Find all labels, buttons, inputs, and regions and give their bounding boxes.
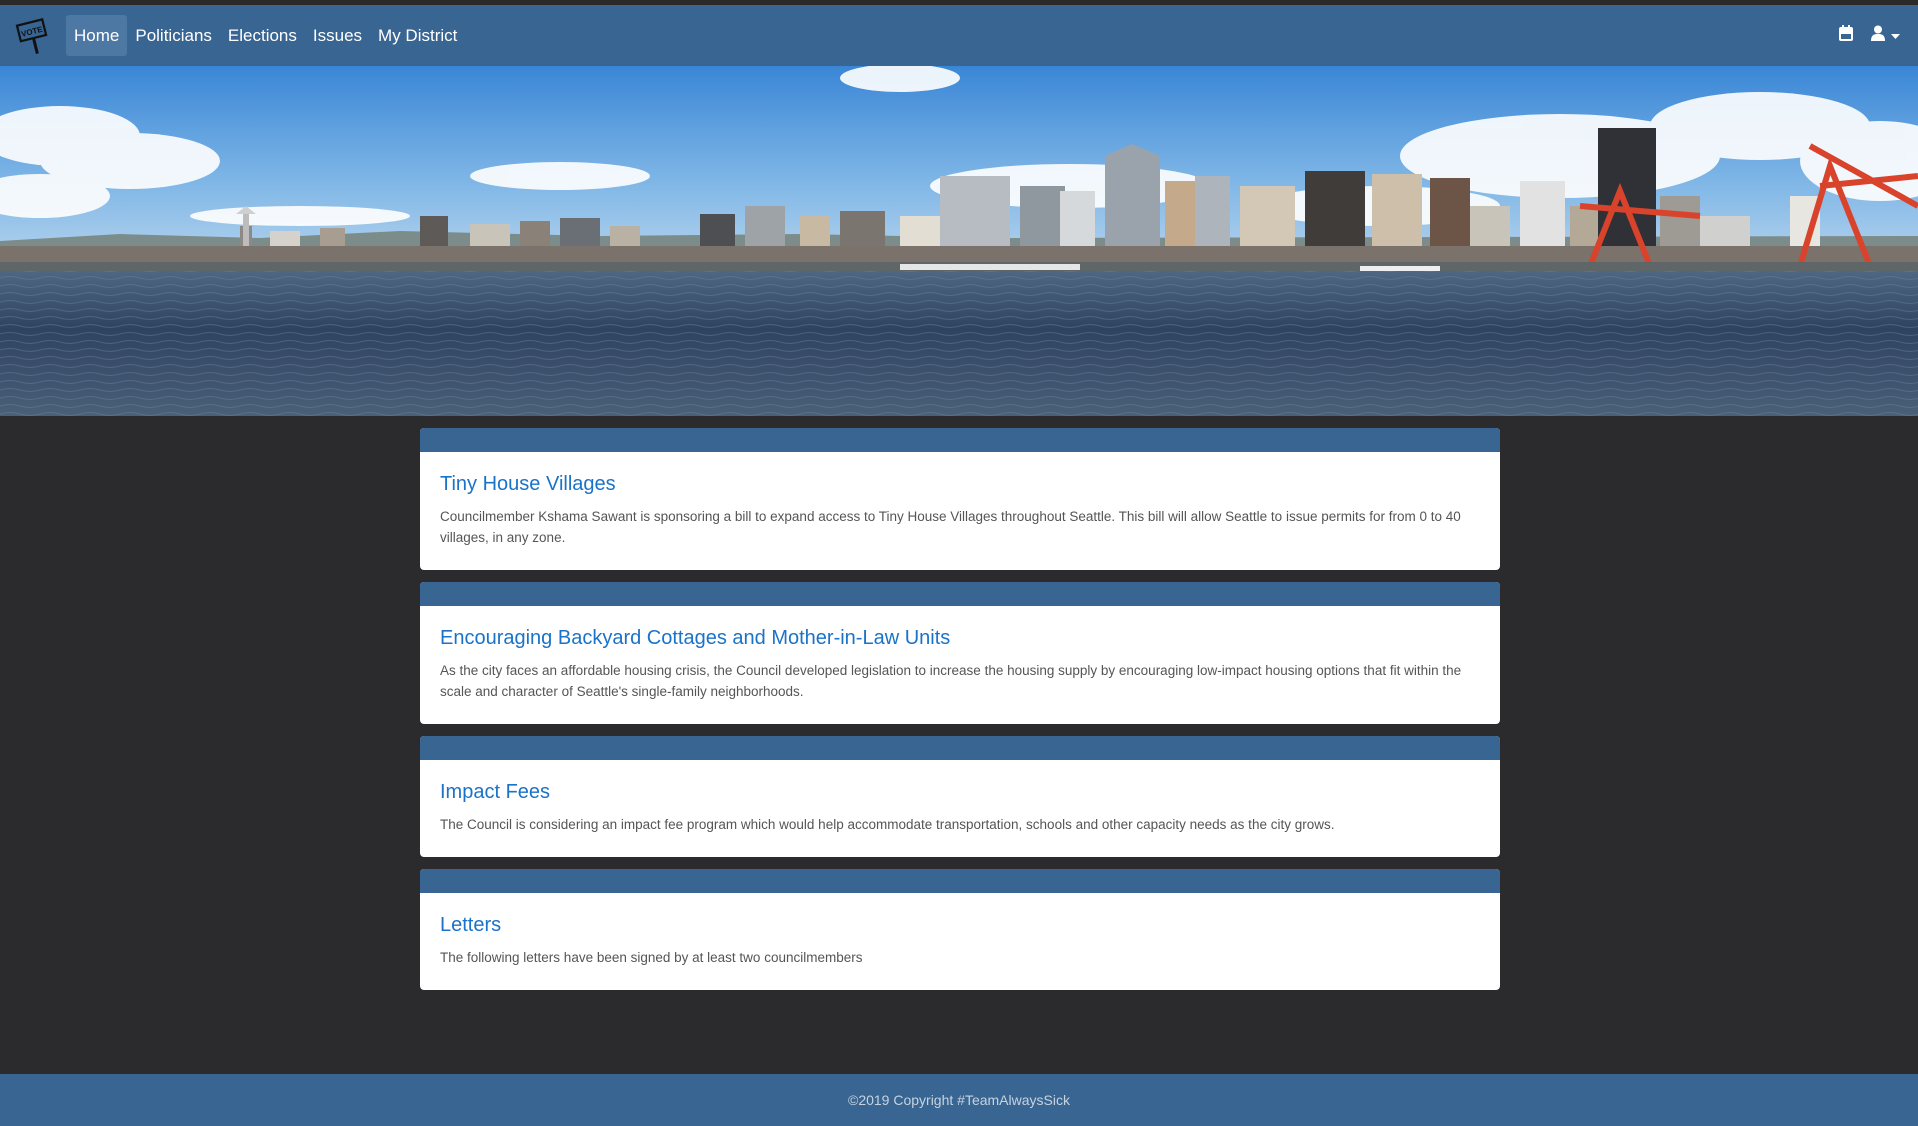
vote-sign-logo[interactable]: VOTE bbox=[15, 14, 51, 56]
nav-menu: Home Politicians Elections Issues My Dis… bbox=[66, 15, 465, 56]
issue-description: The following letters have been signed b… bbox=[440, 950, 863, 965]
nav-politicians[interactable]: Politicians bbox=[127, 15, 220, 56]
issue-card: Impact Fees The Council is considering a… bbox=[420, 736, 1500, 857]
nav-right bbox=[1839, 25, 1900, 46]
footer: ©2019 Copyright #TeamAlwaysSick bbox=[0, 1074, 1918, 1126]
nav-issues[interactable]: Issues bbox=[305, 15, 370, 56]
issue-card: Tiny House Villages Councilmember Kshama… bbox=[420, 428, 1500, 570]
card-header bbox=[420, 736, 1500, 760]
issue-card: Encouraging Backyard Cottages and Mother… bbox=[420, 582, 1500, 724]
issue-description: As the city faces an affordable housing … bbox=[440, 663, 1462, 699]
card-header bbox=[420, 869, 1500, 893]
calendar-icon[interactable] bbox=[1839, 25, 1853, 46]
user-icon bbox=[1871, 25, 1885, 46]
nav-home[interactable]: Home bbox=[66, 15, 128, 56]
user-menu[interactable] bbox=[1871, 25, 1900, 46]
caret-down-icon bbox=[1891, 27, 1900, 45]
navbar: VOTE Home Politicians Elections Issues M… bbox=[0, 5, 1918, 66]
issue-card: Letters The following letters have been … bbox=[420, 869, 1500, 990]
copyright-text: ©2019 Copyright #TeamAlwaysSick bbox=[848, 1092, 1070, 1108]
issue-description: Councilmember Kshama Sawant is sponsorin… bbox=[440, 509, 1461, 545]
issue-title-link[interactable]: Letters bbox=[440, 913, 501, 937]
issue-title-link[interactable]: Tiny House Villages bbox=[440, 472, 616, 496]
hero-banner-image bbox=[0, 66, 1918, 416]
issue-title-link[interactable]: Encouraging Backyard Cottages and Mother… bbox=[440, 626, 950, 650]
card-header bbox=[420, 428, 1500, 452]
nav-my-district[interactable]: My District bbox=[370, 15, 465, 56]
nav-elections[interactable]: Elections bbox=[220, 15, 305, 56]
card-header bbox=[420, 582, 1500, 606]
issue-title-link[interactable]: Impact Fees bbox=[440, 780, 550, 804]
issue-description: The Council is considering an impact fee… bbox=[440, 817, 1335, 832]
